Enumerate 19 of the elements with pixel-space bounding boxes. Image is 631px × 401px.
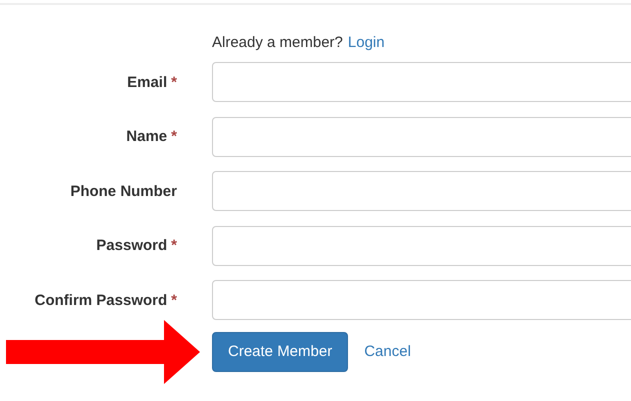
input-field[interactable] bbox=[212, 116, 631, 157]
input-field[interactable] bbox=[212, 226, 631, 266]
input-field[interactable] bbox=[212, 62, 631, 102]
field-label: Name bbox=[126, 128, 168, 146]
required-asterisk: * bbox=[171, 292, 177, 309]
field-label: Password bbox=[96, 237, 168, 254]
field-label: Confirm Password bbox=[34, 292, 168, 309]
input-field[interactable] bbox=[212, 280, 631, 320]
required-asterisk: * bbox=[171, 74, 177, 91]
field-label: Phone Number bbox=[70, 182, 177, 200]
create-member-button[interactable]: Create Member bbox=[212, 332, 348, 372]
field-label: Email bbox=[127, 74, 168, 91]
cancel-link[interactable]: Cancel bbox=[364, 343, 411, 360]
required-asterisk: * bbox=[171, 128, 177, 146]
already-member-text: Already a member? bbox=[212, 34, 343, 51]
arrow-icon bbox=[6, 320, 200, 384]
required-asterisk: * bbox=[171, 237, 177, 254]
login-link[interactable]: Login bbox=[348, 34, 385, 51]
input-field[interactable] bbox=[212, 171, 631, 212]
